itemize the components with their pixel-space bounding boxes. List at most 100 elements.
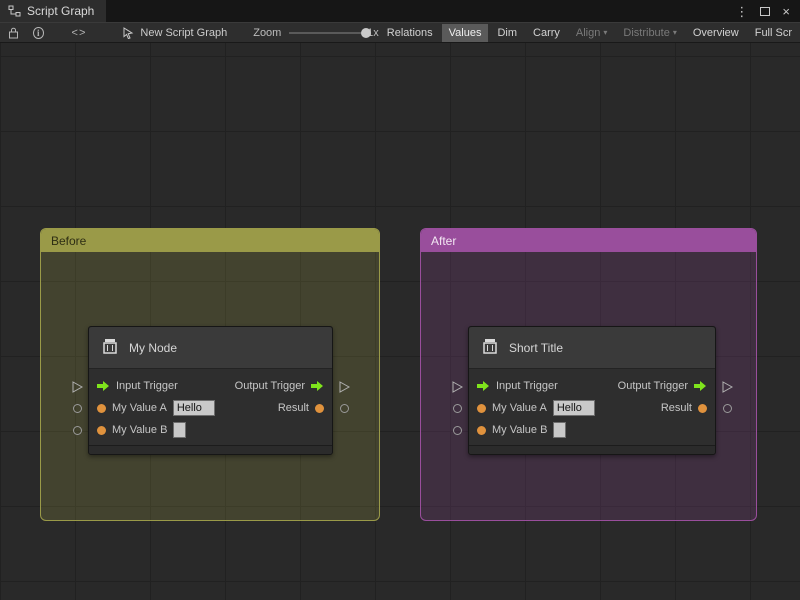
trigger-arrow-icon [311, 380, 324, 392]
external-value-b-port[interactable] [73, 426, 82, 435]
align-button[interactable]: Align ▾ [569, 24, 614, 42]
value-b-field[interactable] [173, 422, 187, 438]
zoom-slider[interactable] [289, 27, 372, 38]
tab-title: Script Graph [27, 4, 95, 18]
code-view-icon[interactable]: <> [72, 27, 87, 39]
relations-button-label: Relations [386, 26, 433, 39]
result-label: Result [660, 402, 692, 414]
node-my-node-header[interactable]: My Node [89, 327, 332, 369]
result-port[interactable]: Result [278, 402, 324, 414]
overview-button-label: Overview [692, 26, 739, 39]
maximize-icon[interactable] [760, 6, 771, 16]
values-button-label: Values [448, 26, 482, 39]
info-icon[interactable]: i [33, 26, 44, 39]
lock-icon[interactable] [8, 27, 19, 39]
overview-button[interactable]: Overview [686, 24, 746, 42]
external-value-b-port[interactable] [453, 426, 462, 435]
relations-button[interactable]: Relations [380, 24, 440, 42]
value-a-field[interactable] [552, 400, 595, 416]
input-trigger-label: Input Trigger [116, 380, 178, 392]
script-graph-icon [8, 5, 21, 17]
fullscreen-button-label: Full Scr [754, 26, 792, 39]
values-button[interactable]: Values [441, 23, 489, 42]
zoom-label: Zoom [253, 26, 282, 39]
graph-canvas[interactable]: Before After My Node Input Trigger Outpu… [0, 43, 800, 600]
script-graph-window: Script Graph ⋮ × i <> New Script Graph Z… [0, 0, 800, 600]
node-short-title-header[interactable]: Short Title [469, 327, 715, 369]
value-port-icon [97, 403, 106, 413]
external-value-a-port[interactable] [453, 404, 462, 413]
node-footer [89, 445, 332, 454]
group-before-header[interactable]: Before [41, 229, 379, 252]
carry-button-label: Carry [533, 26, 560, 39]
port-row-triggers: Input Trigger Output Trigger [469, 375, 715, 397]
group-after-header[interactable]: After [421, 229, 756, 252]
input-trigger-port[interactable]: Input Trigger [97, 380, 178, 392]
output-trigger-port[interactable]: Output Trigger [618, 380, 707, 392]
carry-button[interactable]: Carry [526, 24, 567, 42]
port-row-value-a: My Value A Result [469, 397, 715, 419]
chevron-down-icon: ▾ [603, 28, 608, 37]
zoom-slider-track [289, 31, 362, 34]
value-port-icon [97, 425, 106, 435]
close-icon[interactable]: × [782, 5, 790, 18]
fullscreen-button[interactable]: Full Scr [748, 24, 799, 42]
port-row-value-b: My Value B [469, 419, 715, 441]
external-value-a-port[interactable] [73, 404, 82, 413]
input-trigger-label: Input Trigger [496, 380, 558, 392]
value-b-field[interactable] [553, 422, 567, 438]
output-trigger-port[interactable]: Output Trigger [235, 380, 324, 392]
value-b-label: My Value B [492, 424, 548, 436]
value-a-port[interactable]: My Value A [477, 400, 595, 416]
port-row-triggers: Input Trigger Output Trigger [89, 375, 332, 397]
align-button-label: Align [575, 26, 601, 39]
value-a-field[interactable] [172, 400, 215, 416]
external-output-trigger-port[interactable] [339, 381, 350, 393]
node-my-node[interactable]: My Node Input Trigger Output Trigger My … [88, 326, 333, 455]
graph-pointer-icon [122, 26, 134, 39]
dim-button-label: Dim [497, 26, 518, 39]
node-title: My Node [129, 340, 178, 355]
dim-button[interactable]: Dim [490, 24, 524, 42]
trigger-arrow-icon [477, 380, 490, 392]
window-controls: ⋮ × [735, 0, 800, 22]
tab-bar: Script Graph ⋮ × [0, 0, 800, 22]
value-a-label: My Value A [112, 402, 167, 414]
value-a-port[interactable]: My Value A [97, 400, 215, 416]
graph-reference[interactable]: New Script Graph [122, 27, 227, 39]
node-short-title[interactable]: Short Title Input Trigger Output Trigger [468, 326, 716, 455]
chevron-down-icon: ▾ [672, 28, 677, 37]
distribute-button[interactable]: Distribute ▾ [616, 24, 683, 42]
group-after-title: After [431, 233, 457, 248]
result-label: Result [277, 402, 309, 414]
external-result-port[interactable] [723, 404, 732, 413]
value-b-port[interactable]: My Value B [97, 422, 187, 438]
tab-script-graph[interactable]: Script Graph [0, 0, 107, 22]
external-result-port[interactable] [340, 404, 349, 413]
value-b-label: My Value B [112, 424, 168, 436]
port-row-value-b: My Value B [89, 419, 332, 441]
graph-toolbar: i <> New Script Graph Zoom 1x Relations … [0, 22, 800, 43]
unit-icon [100, 336, 120, 359]
trigger-arrow-icon [694, 380, 707, 392]
input-trigger-port[interactable]: Input Trigger [477, 380, 558, 392]
zoom-slider-knob[interactable] [361, 27, 372, 38]
kebab-menu-icon[interactable]: ⋮ [735, 5, 748, 18]
value-b-port[interactable]: My Value B [477, 422, 567, 438]
output-trigger-label: Output Trigger [617, 380, 688, 392]
group-before-title: Before [51, 233, 87, 248]
node-title: Short Title [509, 340, 564, 355]
result-port[interactable]: Result [661, 402, 707, 414]
value-port-icon [477, 403, 486, 413]
external-input-trigger-port[interactable] [72, 381, 83, 393]
value-port-icon [315, 403, 324, 413]
trigger-arrow-icon [97, 380, 110, 392]
distribute-button-label: Distribute [623, 26, 670, 39]
node-footer [469, 445, 715, 454]
unit-icon [480, 336, 500, 359]
port-row-value-a: My Value A Result [89, 397, 332, 419]
value-a-label: My Value A [492, 402, 547, 414]
output-trigger-label: Output Trigger [234, 380, 305, 392]
external-output-trigger-port[interactable] [722, 381, 733, 393]
external-input-trigger-port[interactable] [452, 381, 463, 393]
